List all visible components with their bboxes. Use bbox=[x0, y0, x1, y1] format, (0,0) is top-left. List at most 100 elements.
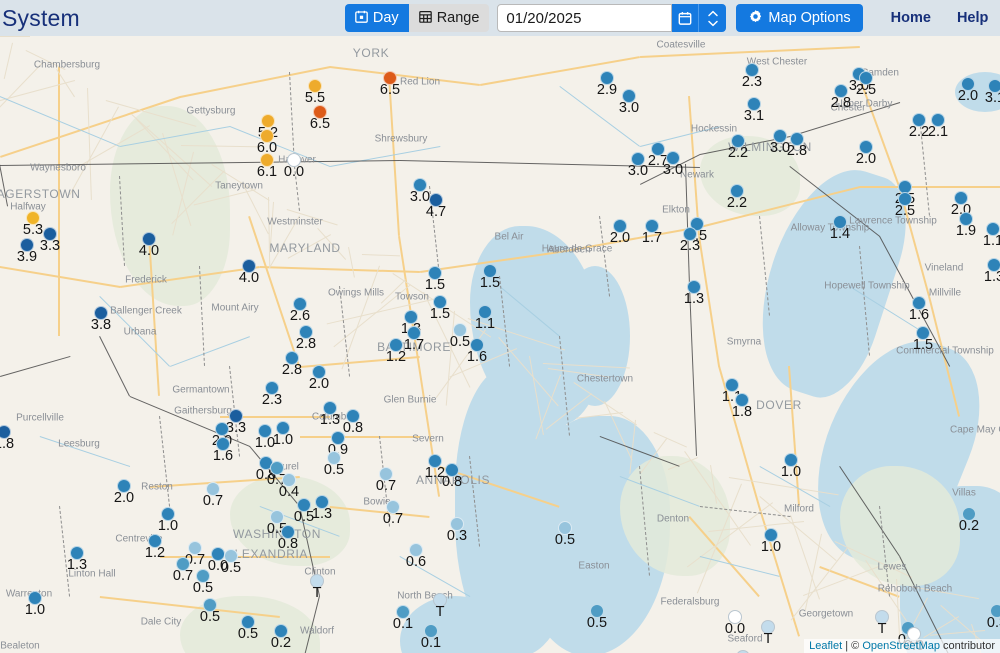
map-data-point[interactable]: 2.0 bbox=[114, 479, 134, 506]
map-data-point[interactable]: 0.1 bbox=[421, 624, 441, 651]
map-data-point[interactable]: 3.0 bbox=[628, 152, 648, 179]
map-data-point[interactable]: 0.5 bbox=[450, 323, 470, 350]
map-data-point[interactable]: 2.9 bbox=[597, 71, 617, 98]
map-data-point[interactable]: 1.3 bbox=[401, 310, 421, 337]
map-data-point[interactable]: 1.1 bbox=[722, 378, 742, 405]
map-data-point[interactable]: 2.2 bbox=[727, 184, 747, 211]
leaflet-map[interactable]: ChambersburgGettysburgWaynesboroHanoverY… bbox=[0, 36, 1000, 653]
range-toggle-button[interactable]: Range bbox=[408, 4, 490, 32]
map-data-point[interactable]: 1.6 bbox=[909, 296, 929, 323]
map-data-point[interactable]: 0.6 bbox=[406, 543, 426, 570]
map-data-point[interactable]: T bbox=[310, 574, 324, 601]
map-data-point[interactable]: 0.5 bbox=[555, 521, 575, 548]
map-data-point[interactable]: 2.8 bbox=[787, 132, 807, 159]
map-data-point[interactable]: 0.4 bbox=[279, 473, 299, 500]
map-data-point[interactable]: 2.8 bbox=[831, 84, 851, 111]
map-data-point[interactable]: 2.6 bbox=[290, 297, 310, 324]
map-data-point[interactable]: 2.5 bbox=[895, 192, 915, 219]
map-data-point[interactable]: T bbox=[761, 620, 775, 647]
map-data-point[interactable]: 5.3 bbox=[23, 211, 43, 238]
map-data-point[interactable]: 0.7 bbox=[173, 557, 193, 584]
map-data-point[interactable]: 1.0 bbox=[273, 421, 293, 448]
map-data-point[interactable]: 2.0 bbox=[951, 191, 971, 218]
map-data-point[interactable]: 2.0 bbox=[958, 77, 978, 104]
map-data-point[interactable]: 2.7 bbox=[648, 142, 668, 169]
map-data-point[interactable]: 2.0 bbox=[309, 365, 329, 392]
map-data-point[interactable]: 6.5 bbox=[310, 105, 330, 132]
osm-link[interactable]: OpenStreetMap bbox=[862, 640, 940, 652]
map-data-point[interactable]: 1.7 bbox=[642, 219, 662, 246]
map-data-point[interactable]: 0.0 bbox=[284, 153, 304, 180]
map-data-point[interactable]: 0.5 bbox=[324, 451, 344, 478]
map-data-point[interactable]: 0.5 bbox=[267, 510, 287, 537]
map-data-point[interactable]: 0.7 bbox=[376, 467, 396, 494]
map-data-point[interactable]: 3.0 bbox=[770, 129, 790, 156]
map-data-point[interactable]: 0.5 bbox=[587, 604, 607, 631]
map-data-point[interactable]: 0.8 bbox=[278, 525, 298, 552]
map-data-point[interactable]: 2.3 bbox=[680, 227, 700, 254]
map-data-point[interactable]: 1.0 bbox=[158, 507, 178, 534]
map-data-point[interactable]: 0.0 bbox=[725, 610, 745, 637]
map-data-point[interactable]: 5.5 bbox=[305, 79, 325, 106]
map-data-point[interactable]: 1.5 bbox=[430, 295, 450, 322]
map-data-point[interactable]: 2.2 bbox=[728, 134, 748, 161]
map-data-point[interactable]: 0.2 bbox=[959, 507, 979, 534]
nav-link-home[interactable]: Home bbox=[891, 10, 931, 26]
map-data-point[interactable]: T bbox=[433, 593, 447, 620]
map-data-point[interactable]: 4.7 bbox=[426, 193, 446, 220]
map-data-point[interactable]: 2.8 bbox=[296, 325, 316, 352]
map-data-point[interactable]: 3.0 bbox=[663, 151, 683, 178]
map-data-point[interactable]: 1.0 bbox=[781, 453, 801, 480]
map-data-point[interactable]: 2.0 bbox=[856, 140, 876, 167]
map-data-point[interactable]: 1.6 bbox=[467, 338, 487, 365]
nav-link-help[interactable]: Help bbox=[957, 10, 988, 26]
map-data-point[interactable]: 2.5 bbox=[856, 71, 876, 98]
map-data-point[interactable]: 1.3 bbox=[67, 546, 87, 573]
map-data-point[interactable]: 3.1 bbox=[744, 97, 764, 124]
map-data-point[interactable]: 5.2 bbox=[258, 114, 278, 141]
map-data-point[interactable]: 0.5 bbox=[221, 549, 241, 576]
map-data-point[interactable]: 6.0 bbox=[257, 129, 277, 156]
map-data-point[interactable]: 0.9 bbox=[328, 431, 348, 458]
map-data-point[interactable]: 2.3 bbox=[742, 63, 762, 90]
map-data-point[interactable]: 1.1 bbox=[983, 222, 1000, 249]
map-data-point[interactable]: 1.8 bbox=[732, 393, 752, 420]
map-data-point[interactable]: 1.5 bbox=[425, 266, 445, 293]
map-data-point[interactable]: 3.0 bbox=[410, 178, 430, 205]
map-data-point[interactable]: 0.7 bbox=[383, 500, 403, 527]
day-toggle-button[interactable]: Day bbox=[344, 4, 409, 32]
map-data-point[interactable]: 0.3 bbox=[987, 604, 1000, 631]
map-data-point[interactable]: 1.3 bbox=[984, 258, 1000, 285]
map-data-point[interactable]: 1.3 bbox=[312, 495, 332, 522]
map-data-point[interactable]: 1.5 bbox=[913, 326, 933, 353]
map-data-point[interactable]: 4.0 bbox=[139, 232, 159, 259]
map-options-button[interactable]: Map Options bbox=[736, 4, 863, 32]
map-data-point[interactable]: 0.5 bbox=[238, 615, 258, 642]
map-data-point[interactable]: 1.0 bbox=[761, 528, 781, 555]
map-data-point[interactable]: 0.5 bbox=[200, 598, 220, 625]
calendar-picker-button[interactable] bbox=[672, 4, 699, 32]
map-data-point[interactable]: 3.0 bbox=[619, 89, 639, 116]
map-data-point[interactable]: 0.2 bbox=[271, 624, 291, 651]
map-data-point[interactable]: T bbox=[875, 610, 889, 637]
map-data-point[interactable]: 1.7 bbox=[404, 326, 424, 353]
map-data-point[interactable]: 1.2 bbox=[386, 338, 406, 365]
map-data-point[interactable]: 2.8 bbox=[282, 351, 302, 378]
map-data-point[interactable]: 1.6 bbox=[213, 437, 233, 464]
map-data-point[interactable]: 2.1 bbox=[928, 113, 948, 140]
date-stepper[interactable] bbox=[698, 4, 727, 32]
map-data-point[interactable]: 0.5 bbox=[294, 498, 314, 525]
map-data-point[interactable]: 3.1 bbox=[985, 79, 1000, 106]
map-data-point[interactable]: 0.0 bbox=[208, 547, 228, 574]
map-data-point[interactable]: 2.3 bbox=[262, 381, 282, 408]
map-data-point[interactable]: 1.3 bbox=[320, 401, 340, 428]
map-data-point[interactable]: 0.7 bbox=[203, 482, 223, 509]
map-data-point[interactable]: 1.2 bbox=[425, 454, 445, 481]
map-data-point[interactable]: 1.0 bbox=[25, 591, 45, 618]
map-data-point[interactable]: 1.8 bbox=[0, 425, 14, 452]
map-data-point[interactable]: 3.3 bbox=[226, 409, 246, 436]
map-data-point[interactable]: 1.5 bbox=[480, 264, 500, 291]
map-data-point[interactable]: 0.1 bbox=[393, 605, 413, 632]
map-data-point[interactable]: 0.8 bbox=[442, 463, 462, 490]
map-data-point[interactable]: 2.2 bbox=[909, 113, 929, 140]
